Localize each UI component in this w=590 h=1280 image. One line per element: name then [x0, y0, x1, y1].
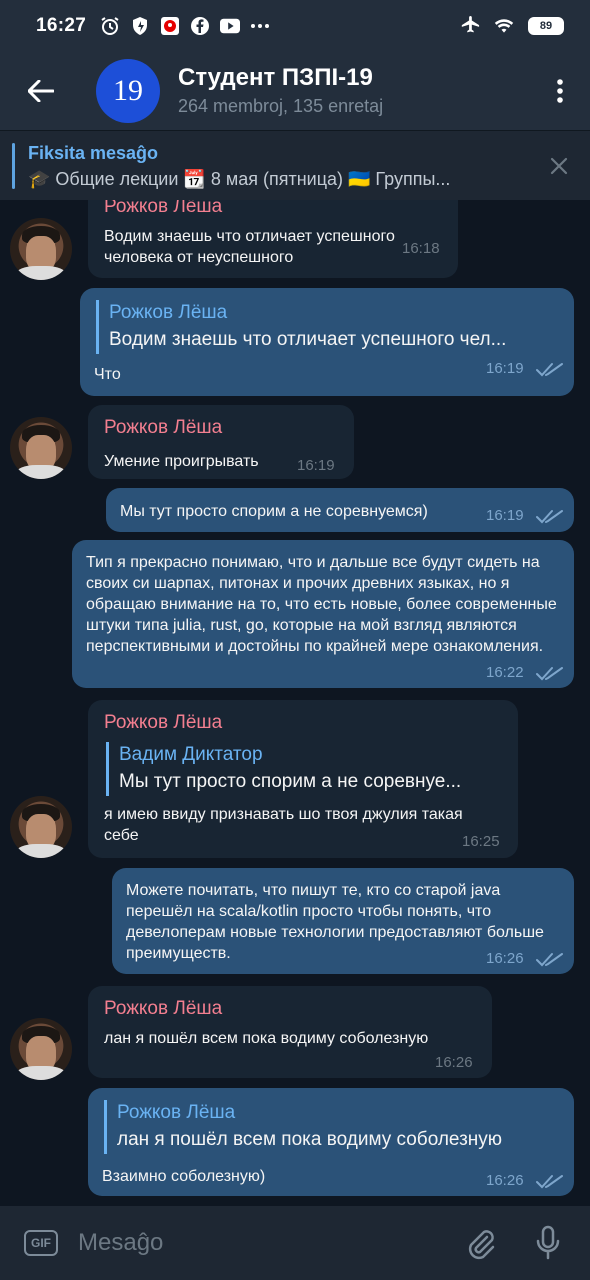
pinned-message-bar[interactable]: Fiksita mesaĝo 🎓 Общие лекции 📆 8 мая (п…	[0, 130, 590, 200]
reply-preview[interactable]: Рожков Лёша Водим знаешь что отличает ус…	[96, 300, 560, 354]
message-bubble[interactable]: Рожков Лёша Водим знаешь что отличает ус…	[88, 200, 458, 278]
message-input-bar: GIF	[0, 1206, 590, 1280]
message-time: 16:26	[435, 1054, 473, 1071]
sender-name[interactable]: Рожков Лёша	[104, 710, 222, 736]
message-time: 16:26	[486, 1172, 524, 1189]
avatar[interactable]	[10, 1018, 72, 1080]
message-time: 16:19	[297, 457, 335, 474]
double-check-icon	[536, 510, 563, 524]
message-text: лан я пошёл всем пока водиму соболезную	[104, 1030, 429, 1047]
message-text: Тип я прекрасно понимаю, что и дальше вс…	[86, 554, 557, 655]
message-time: 16:22	[486, 664, 524, 681]
arrow-left-icon	[28, 80, 54, 102]
close-pinned-button[interactable]	[538, 145, 580, 187]
gif-button[interactable]: GIF	[24, 1230, 58, 1256]
avatar[interactable]	[10, 796, 72, 858]
message-bubble[interactable]: Можете почитать, что пишут те, кто со ст…	[112, 868, 574, 974]
vodafone-icon	[160, 16, 180, 36]
message-bubble[interactable]: Рожков Лёша Водим знаешь что отличает ус…	[80, 288, 574, 396]
status-system-icons: 89	[460, 16, 564, 36]
avatar[interactable]	[10, 417, 72, 479]
microphone-icon	[536, 1225, 560, 1260]
attach-button[interactable]	[458, 1221, 502, 1265]
message-bubble[interactable]: Тип я прекрасно понимаю, что и дальше вс…	[72, 540, 574, 688]
message-text: Что	[94, 366, 121, 383]
reply-text: Мы тут просто спорим а не соревнуе...	[119, 771, 462, 792]
pinned-content: Fiksita mesaĝo 🎓 Общие лекции 📆 8 мая (п…	[28, 140, 538, 192]
message-input[interactable]	[78, 1221, 438, 1265]
message-time: 16:26	[486, 950, 524, 967]
messages-list[interactable]: Рожков Лёша Водим знаешь что отличает ус…	[0, 200, 590, 1206]
avatar[interactable]	[10, 218, 72, 280]
message-text: Мы тут просто спорим а не соревнуемся)	[120, 503, 428, 520]
sender-name[interactable]: Рожков Лёша	[104, 200, 222, 220]
message-time: 16:19	[486, 360, 524, 377]
message-bubble[interactable]: Мы тут просто спорим а не соревнуемся) 1…	[106, 488, 574, 532]
message-bubble[interactable]: Рожков Лёша Вадим Диктатор Мы тут просто…	[88, 700, 518, 858]
message-text: я имею ввиду признавать шо твоя джулия т…	[104, 806, 463, 844]
more-notifications-icon	[250, 16, 270, 36]
shield-icon	[130, 16, 150, 36]
close-icon	[550, 157, 568, 175]
pinned-accent-bar	[12, 143, 15, 189]
reply-preview[interactable]: Рожков Лёша лан я пошёл всем пока водиму…	[104, 1100, 564, 1154]
status-bar: 16:27 89	[0, 0, 590, 52]
airplane-mode-icon	[460, 16, 480, 36]
message-text: Водим знаешь что отличает успешного чело…	[104, 228, 395, 266]
chat-subtitle: 264 membroj, 135 enretaj	[178, 96, 384, 116]
facebook-icon	[190, 16, 210, 36]
double-check-icon	[536, 363, 563, 377]
alarm-icon	[100, 16, 120, 36]
more-vertical-icon	[557, 79, 563, 103]
chat-title: Студент ПЗПІ-19	[178, 64, 373, 91]
youtube-icon	[220, 16, 241, 36]
message-bubble[interactable]: Рожков Лёша Умение проигрывать 16:19	[88, 405, 354, 479]
message-time: 16:18	[402, 240, 440, 257]
reply-sender: Рожков Лёша	[109, 302, 228, 323]
reply-preview[interactable]: Вадим Диктатор Мы тут просто спорим а не…	[106, 742, 506, 796]
message-text: Умение проигрывать	[104, 453, 259, 470]
message-bubble[interactable]: Рожков Лёша лан я пошёл всем пока водиму…	[88, 986, 492, 1078]
status-notification-icons	[100, 16, 270, 36]
message-bubble[interactable]: Рожков Лёша лан я пошёл всем пока водиму…	[88, 1088, 574, 1196]
reply-text: лан я пошёл всем пока водиму соболезную	[117, 1129, 503, 1150]
double-check-icon	[536, 953, 563, 967]
group-avatar[interactable]: 19	[96, 59, 160, 123]
pinned-label: Fiksita mesaĝo	[28, 142, 159, 163]
double-check-icon	[536, 667, 563, 681]
message-text: Взаимно соболезную)	[102, 1168, 266, 1185]
microphone-button[interactable]	[526, 1221, 570, 1265]
sender-name[interactable]: Рожков Лёша	[104, 996, 222, 1022]
back-button[interactable]	[0, 52, 82, 130]
reply-text: Водим знаешь что отличает успешного чел.…	[109, 329, 507, 350]
message-time: 16:19	[486, 507, 524, 524]
status-time: 16:27	[36, 15, 87, 36]
reply-sender: Рожков Лёша	[117, 1102, 236, 1123]
wifi-icon	[494, 16, 514, 36]
chat-title-block[interactable]: Студент ПЗПІ-19 264 membroj, 135 enretaj	[178, 63, 383, 119]
double-check-icon	[536, 1175, 563, 1189]
pinned-text: 🎓 Общие лекции 📆 8 мая (пятница) 🇺🇦 Груп…	[28, 168, 451, 189]
battery-indicator: 89	[528, 17, 564, 35]
paperclip-icon	[468, 1230, 495, 1260]
message-time: 16:25	[462, 833, 500, 850]
more-options-button[interactable]	[530, 52, 590, 130]
sender-name[interactable]: Рожков Лёша	[104, 415, 222, 441]
reply-sender: Вадим Диктатор	[119, 744, 263, 765]
chat-header: 19 Студент ПЗПІ-19 264 membroj, 135 enre…	[0, 52, 590, 130]
